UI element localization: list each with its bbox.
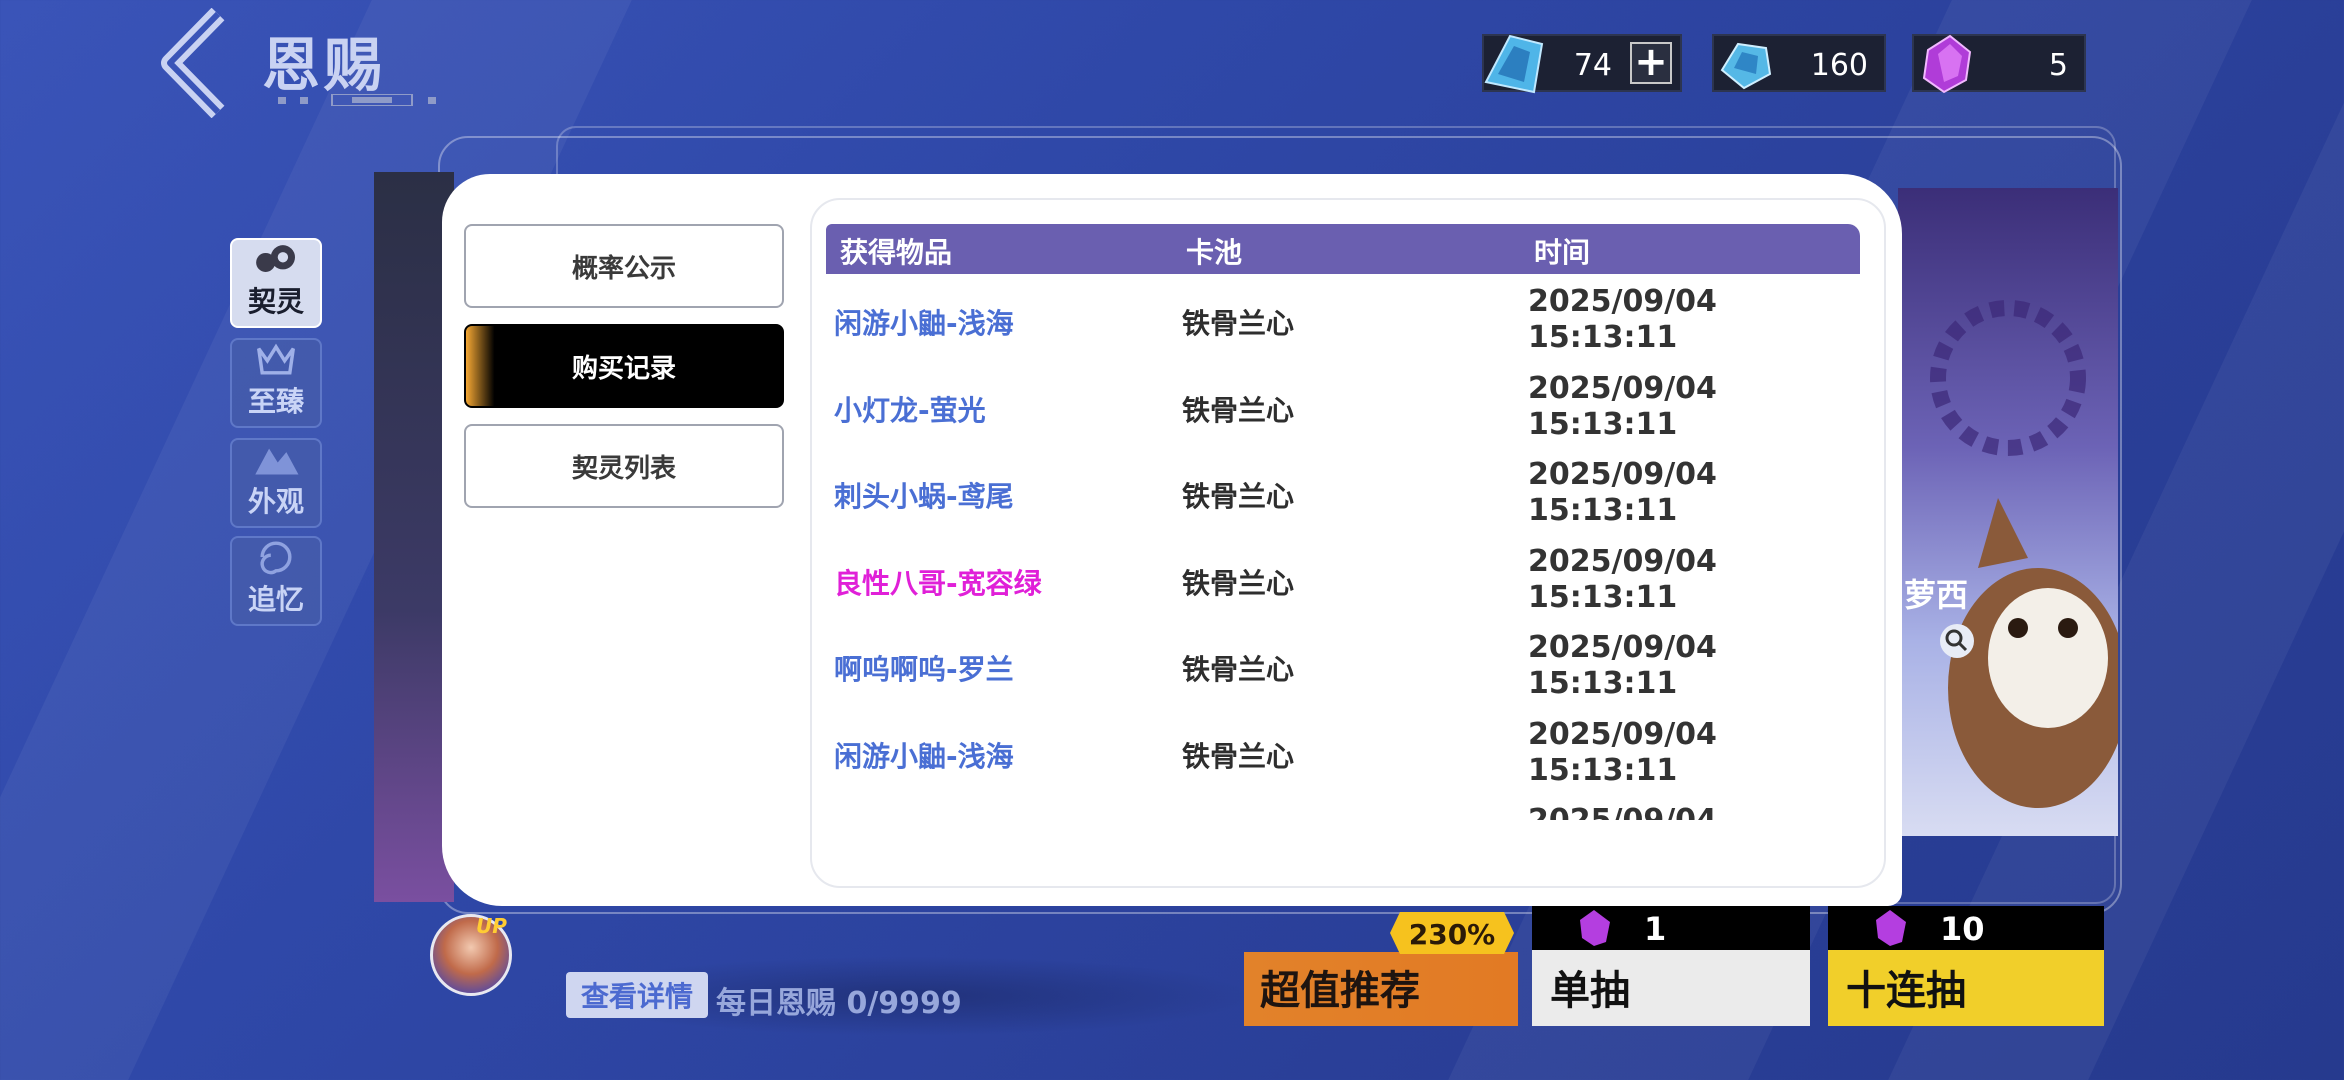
row-time: 2025/09/04 15:13:11 [1528,717,1717,789]
sidebar-item-label: 追忆 [247,583,304,616]
currency-purple-gem: 5 [1912,34,2086,94]
row-clock: 15:13:11 [1528,666,1678,701]
daily-counter: 每日恩赐 0/9999 [716,986,962,1021]
row-pool: 铁骨兰心 [1182,566,1295,600]
chevron-left-icon [161,7,225,119]
currency-blue-gem: 160 [1712,34,1886,92]
column-header-time: 时间 [1534,236,1591,269]
purple-gem-icon [1580,910,1610,946]
tab-probability[interactable]: 概率公示 [464,224,784,308]
row-time: 2025/09/04 15:13:11 [1528,457,1717,529]
purple-gem-count: 5 [2048,48,2068,83]
row-time: 2025/09/04 15:13:11 [1528,284,1717,356]
crystal-count: 74 [1573,48,1612,83]
blue-crystal-icon [1484,34,1544,94]
table-header: 获得物品 卡池 时间 [826,224,1860,274]
character-name: 萝西 [1904,576,1969,614]
row-item: 刺头小蜗-鸢尾 [834,480,1014,513]
row-pool: 铁骨兰心 [1182,307,1295,340]
record-table[interactable]: 获得物品 卡池 时间 闲游小鼬-浅海 铁骨兰心 2025/09/04 15:13:11… [810,198,1886,888]
discount-badge: 230% [1390,904,1514,962]
blue-gem-count: 160 [1810,48,1868,83]
table-row: 啊呜啊呜-罗兰 铁骨兰心 2025/09/04 15:13:11 [812,626,1884,712]
row-time: 2025/09/04 [1528,803,1717,820]
table-row: 闲游小鼬-浅海 铁骨兰心 2025/09/04 15:13:11 [812,713,1884,799]
ten-draw-label: 十连抽 [1846,968,1966,1014]
row-clock: 15:13:11 [1528,493,1678,528]
table-body[interactable]: 闲游小鼬-浅海 铁骨兰心 2025/09/04 15:13:11 小灯龙-萤光 铁骨兰心 2… [812,280,1884,820]
table-row: 采云者-罗兰铁骨兰心2025/09/04 [812,799,1884,820]
table-row: 刺头小蜗-鸢尾 铁骨兰心 2025/09/04 15:13:11 [812,453,1884,539]
discount-percent: 230% [1408,918,1496,951]
row-clock: 15:13:11 [1528,752,1678,788]
promo-label: 超值推荐 [1260,968,1420,1014]
row-date: 2025/09/04 [1528,457,1717,492]
tab-qiling-list[interactable]: 契灵列表 [464,424,784,508]
page-title: 恩赐 [262,31,387,99]
back-button[interactable] [148,7,238,119]
purchase-record-dialog: 概率公示 购买记录 契灵列表 获得物品 卡池 时间 闲游小鼬-浅海 铁骨兰心 202… [442,174,1902,906]
swirl-icon [260,541,292,575]
promo-button[interactable]: 超值推荐 [1244,952,1518,1026]
row-pool: 铁骨兰心 [1182,480,1295,513]
column-header-pool: 卡池 [1186,236,1243,269]
view-details-button[interactable]: 查看详情 [566,972,708,1018]
search-icon [1945,629,1968,652]
sidebar-item-waiguan[interactable]: 外观 [230,438,322,528]
table-row: 小灯龙-萤光 铁骨兰心 2025/09/04 15:13:11 [812,367,1884,453]
currency-crystal[interactable]: 74 + [1482,34,1682,94]
up-badge: UP [476,914,507,938]
purple-gem-icon [1876,910,1906,946]
mountain-icon [255,448,299,475]
single-draw-label: 单抽 [1550,968,1630,1014]
row-date: 2025/09/04 [1528,284,1717,319]
add-currency-button[interactable]: + [1630,42,1672,84]
character-artwork [1898,188,2118,836]
blue-gem-icon [1720,42,1772,90]
sidebar-item-zhizhen[interactable]: 至臻 [230,338,322,428]
ten-draw-button[interactable]: 10 十连抽 [1828,906,2104,1026]
row-time: 2025/09/04 15:13:11 [1528,371,1717,443]
row-pool: 铁骨兰心 [1182,739,1295,773]
column-header-item: 获得物品 [840,236,953,269]
row-item: 闲游小鼬-浅海 [834,739,1014,773]
row-time: 2025/09/04 15:13:11 [1528,630,1717,702]
sidebar-item-label: 外观 [247,485,304,518]
row-pool: 铁骨兰心 [1182,393,1295,427]
crown-icon [257,343,295,375]
single-draw-cost: 1 [1644,910,1667,948]
row-item: 良性八哥-宽容绿 [834,566,1042,600]
row-item: 啊呜啊呜-罗兰 [834,653,1014,686]
row-item: 小灯龙-萤光 [834,393,986,427]
row-item: 闲游小鼬-浅海 [834,307,1014,340]
title-decoration [278,94,436,106]
ten-draw-cost: 10 [1940,910,1985,948]
sidebar-item-qiling[interactable]: 契灵 [230,238,322,328]
row-date: 2025/09/04 [1528,803,1717,820]
row-date: 2025/09/04 [1528,543,1717,579]
row-clock: 15:13:11 [1528,320,1678,355]
magnify-button[interactable] [1940,624,1974,658]
tab-purchase-record[interactable]: 购买记录 [464,324,784,408]
sidebar-item-zhuiyi[interactable]: 追忆 [230,536,322,626]
row-clock: 15:13:11 [1528,579,1678,615]
row-date: 2025/09/04 [1528,630,1717,665]
row-pool: 铁骨兰心 [1182,653,1295,686]
table-row: 良性八哥-宽容绿 铁骨兰心 2025/09/04 15:13:11 [812,540,1884,626]
row-clock: 15:13:11 [1528,406,1678,442]
sidebar-item-label: 至臻 [247,385,304,418]
row-date: 2025/09/04 [1528,716,1717,752]
sidebar-item-label: 契灵 [247,285,304,318]
row-date: 2025/09/04 [1528,370,1717,406]
row-time: 2025/09/04 15:13:11 [1528,544,1717,616]
table-row: 闲游小鼬-浅海 铁骨兰心 2025/09/04 15:13:11 [812,280,1884,366]
purple-gem-icon [1922,34,1972,94]
paw-icon [256,245,295,272]
single-draw-button[interactable]: 1 单抽 [1532,906,1810,1026]
